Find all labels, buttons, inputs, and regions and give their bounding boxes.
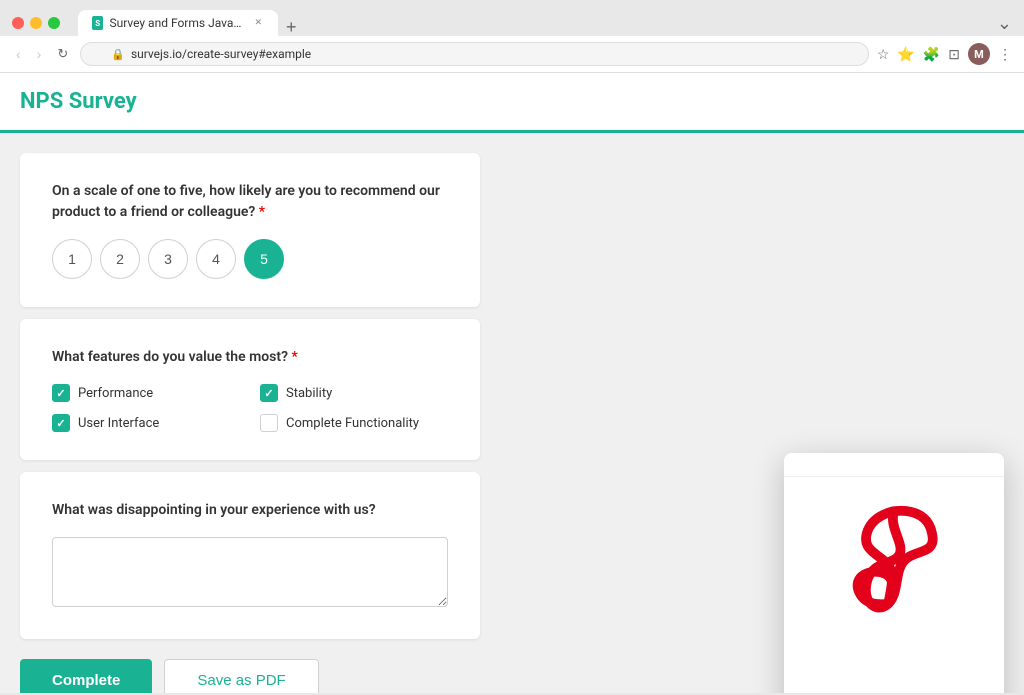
- save-as-pdf-button[interactable]: Save as PDF: [164, 659, 318, 693]
- survey-body: On a scale of one to five, how likely ar…: [0, 133, 1024, 693]
- traffic-lights: [12, 17, 60, 29]
- extensions-icon[interactable]: 🧩: [923, 46, 940, 63]
- question-3-card: What was disappointing in your experienc…: [20, 472, 480, 639]
- page-content: NPS Survey On a scale of one to five, ho…: [0, 73, 1024, 693]
- close-window-button[interactable]: [12, 17, 24, 29]
- question-1-text: On a scale of one to five, how likely ar…: [52, 181, 448, 223]
- disappointing-textarea[interactable]: [52, 537, 448, 607]
- forward-button[interactable]: ›: [33, 44, 46, 64]
- url-text: survejs.io/create-survey#example: [131, 47, 311, 61]
- question-2-text: What features do you value the most? *: [52, 347, 448, 368]
- checkmark-stability: ✓: [264, 387, 273, 400]
- rating-3-button[interactable]: 3: [148, 239, 188, 279]
- star-icon[interactable]: ⭐: [897, 46, 914, 63]
- rating-1-button[interactable]: 1: [52, 239, 92, 279]
- checkbox-stability-box: ✓: [260, 384, 278, 402]
- checkbox-stability-label: Stability: [286, 386, 332, 401]
- complete-button[interactable]: Complete: [20, 659, 152, 693]
- refresh-button[interactable]: ↻: [53, 44, 72, 64]
- question-2-card: What features do you value the most? * ✓…: [20, 319, 480, 460]
- rating-2-button[interactable]: 2: [100, 239, 140, 279]
- checkbox-grid: ✓ Performance ✓ Stability ✓ User Inte: [52, 384, 448, 432]
- tab-close-button[interactable]: ✕: [253, 16, 264, 30]
- tab-title: Survey and Forms JavaScript ...: [109, 16, 246, 30]
- pdf-popup-body: [784, 477, 1004, 653]
- minimize-window-button[interactable]: [30, 17, 42, 29]
- checkbox-performance-box: ✓: [52, 384, 70, 402]
- pdf-popup: ↗: [784, 453, 1004, 693]
- checkmark-ui: ✓: [56, 417, 65, 430]
- question-3-text: What was disappointing in your experienc…: [52, 500, 448, 521]
- rating-4-button[interactable]: 4: [196, 239, 236, 279]
- survey-title: NPS Survey: [20, 89, 1004, 114]
- tab-favicon-icon: S: [92, 16, 103, 30]
- window-toggle-icon[interactable]: ⊡: [948, 46, 960, 63]
- tab-bar: S Survey and Forms JavaScript ... ✕ +: [78, 10, 989, 36]
- active-tab[interactable]: S Survey and Forms JavaScript ... ✕: [78, 10, 278, 36]
- checkbox-performance-label: Performance: [78, 386, 153, 401]
- address-bar[interactable]: 🔒 survejs.io/create-survey#example: [80, 42, 869, 66]
- checkbox-cf-label: Complete Functionality: [286, 416, 419, 431]
- checkbox-complete-functionality[interactable]: Complete Functionality: [260, 414, 448, 432]
- survey-header: NPS Survey: [0, 73, 1024, 133]
- required-star-1: *: [259, 204, 265, 220]
- checkbox-performance[interactable]: ✓ Performance: [52, 384, 240, 402]
- checkbox-user-interface[interactable]: ✓ User Interface: [52, 414, 240, 432]
- user-avatar[interactable]: M: [968, 43, 990, 65]
- menu-icon[interactable]: ⋮: [998, 46, 1012, 63]
- browser-toolbar: ‹ › ↻ 🔒 survejs.io/create-survey#example…: [0, 36, 1024, 73]
- question-1-card: On a scale of one to five, how likely ar…: [20, 153, 480, 307]
- lock-icon: 🔒: [111, 48, 125, 61]
- checkmark-performance: ✓: [56, 387, 65, 400]
- checkbox-cf-box: [260, 414, 278, 432]
- back-button[interactable]: ‹: [12, 44, 25, 64]
- checkbox-ui-box: ✓: [52, 414, 70, 432]
- maximize-window-button[interactable]: [48, 17, 60, 29]
- rating-5-button[interactable]: 5: [244, 239, 284, 279]
- new-tab-button[interactable]: +: [278, 18, 305, 36]
- pdf-icon: [829, 495, 959, 625]
- bookmark-icon[interactable]: ☆: [877, 46, 890, 63]
- checkbox-stability[interactable]: ✓ Stability: [260, 384, 448, 402]
- window-collapse-button[interactable]: ⌄: [997, 13, 1012, 34]
- required-star-2: *: [291, 349, 297, 365]
- rating-row: 1 2 3 4 5: [52, 239, 448, 279]
- checkbox-ui-label: User Interface: [78, 416, 159, 431]
- toolbar-icons: ☆ ⭐ 🧩 ⊡ M ⋮: [877, 43, 1012, 65]
- pdf-popup-header: [784, 453, 1004, 477]
